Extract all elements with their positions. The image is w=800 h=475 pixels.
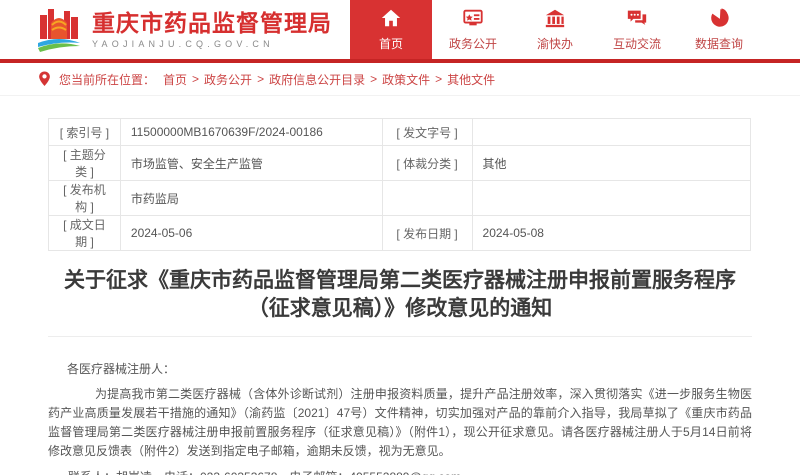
- page-title: 关于征求《重庆市药品监督管理局第二类医疗器械注册申报前置服务程序（征求意见稿）》…: [48, 267, 752, 323]
- meta-label-empty: [382, 181, 472, 216]
- meta-label-subject: [ 主题分类 ]: [49, 146, 121, 181]
- breadcrumb-separator: >: [257, 72, 264, 86]
- site-logo[interactable]: 重庆市药品监督管理局 YAOJIANJU.CQ.GOV.CN: [0, 0, 332, 59]
- meta-value-empty: [472, 181, 750, 216]
- table-row: [ 成文日期 ] 2024-05-06 [ 发布日期 ] 2024-05-08: [49, 216, 751, 251]
- breadcrumb-item-home[interactable]: 首页: [163, 71, 187, 88]
- nav-tab-label: 渝快办: [537, 35, 573, 52]
- nav-tab-home[interactable]: 首页: [350, 0, 432, 59]
- breadcrumb-separator: >: [370, 72, 377, 86]
- breadcrumb: 您当前所在位置： 首页 > 政务公开 > 政府信息公开目录 > 政策文件 > 其…: [0, 63, 800, 96]
- site-title: 重庆市药品监督管理局: [92, 10, 332, 36]
- meta-label-issuer: [ 发布机构 ]: [49, 181, 121, 216]
- article-body: 各医疗器械注册人： 为提高我市第二类医疗器械（含体外诊断试剂）注册申报资料质量，…: [48, 360, 752, 475]
- main-content: [ 索引号 ] 11500000MB1670639F/2024-00186 [ …: [48, 118, 752, 475]
- meta-value-doc-no: [472, 119, 750, 146]
- meta-label-index-no: [ 索引号 ]: [49, 119, 121, 146]
- breadcrumb-item-gov-disclosure[interactable]: 政务公开: [204, 71, 252, 88]
- nav-tab-label: 数据查询: [695, 35, 743, 52]
- meta-label-genre: [ 体裁分类 ]: [382, 146, 472, 181]
- breadcrumb-item-info-catalog[interactable]: 政府信息公开目录: [269, 71, 365, 88]
- table-row: [ 索引号 ] 11500000MB1670639F/2024-00186 [ …: [49, 119, 751, 146]
- meta-label-publish-date: [ 发布日期 ]: [382, 216, 472, 251]
- document-meta-table: [ 索引号 ] 11500000MB1670639F/2024-00186 [ …: [48, 118, 751, 251]
- home-icon: [380, 7, 402, 29]
- chat-icon: [626, 7, 648, 29]
- nav-tab-data-query[interactable]: 数据查询: [678, 0, 760, 59]
- breadcrumb-prefix: 您当前所在位置：: [59, 71, 155, 88]
- pie-chart-icon: [708, 7, 730, 29]
- table-row: [ 主题分类 ] 市场监管、安全生产监管 [ 体裁分类 ] 其他: [49, 146, 751, 181]
- nav-tab-label: 政务公开: [449, 35, 497, 52]
- title-divider: [48, 336, 752, 337]
- table-row: [ 发布机构 ] 市药监局: [49, 181, 751, 216]
- nav-tab-gov-disclosure[interactable]: 政务公开: [432, 0, 514, 59]
- nav-tab-interaction[interactable]: 互动交流: [596, 0, 678, 59]
- nav-tab-yukuaiban[interactable]: 渝快办: [514, 0, 596, 59]
- meta-value-genre: 其他: [472, 146, 750, 181]
- meta-label-doc-no: [ 发文字号 ]: [382, 119, 472, 146]
- site-header: 重庆市药品监督管理局 YAOJIANJU.CQ.GOV.CN 首页 政务公开: [0, 0, 800, 59]
- meta-value-subject: 市场监管、安全生产监管: [120, 146, 382, 181]
- logo-building-icon: [36, 5, 82, 55]
- meta-value-publish-date: 2024-05-08: [472, 216, 750, 251]
- location-pin-icon: [38, 71, 51, 87]
- meta-label-written-date: [ 成文日期 ]: [49, 216, 121, 251]
- breadcrumb-item-other-docs[interactable]: 其他文件: [447, 71, 495, 88]
- salutation-text: 各医疗器械注册人：: [67, 360, 752, 379]
- body-paragraph: 为提高我市第二类医疗器械（含体外诊断试剂）注册申报资料质量，提升产品注册效率，深…: [48, 385, 752, 461]
- bank-icon: [544, 7, 566, 29]
- breadcrumb-item-policy-docs[interactable]: 政策文件: [382, 71, 430, 88]
- contact-line: 联系人：胡岚凌，电话：023-60353678，电子邮箱：495552889@q…: [68, 468, 752, 475]
- nav-tab-label: 首页: [379, 35, 403, 52]
- site-domain: YAOJIANJU.CQ.GOV.CN: [92, 39, 332, 49]
- meta-value-index-no: 11500000MB1670639F/2024-00186: [120, 119, 382, 146]
- meta-value-issuer: 市药监局: [120, 181, 382, 216]
- monitor-icon: [462, 7, 484, 29]
- meta-value-written-date: 2024-05-06: [120, 216, 382, 251]
- main-nav: 首页 政务公开 渝快办: [350, 0, 760, 59]
- breadcrumb-separator: >: [435, 72, 442, 86]
- breadcrumb-separator: >: [192, 72, 199, 86]
- nav-tab-label: 互动交流: [613, 35, 661, 52]
